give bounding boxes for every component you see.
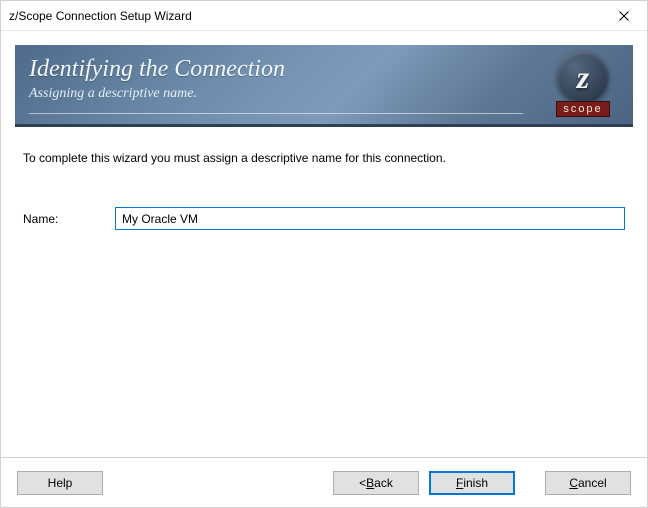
- instruction-text: To complete this wizard you must assign …: [23, 151, 625, 165]
- spacer: [15, 230, 633, 457]
- back-button-mnemonic: B: [366, 476, 374, 490]
- window-title: z/Scope Connection Setup Wizard: [9, 9, 192, 23]
- zscope-logo-glyph: z: [557, 51, 609, 103]
- header-title: Identifying the Connection: [29, 55, 619, 84]
- back-button[interactable]: < Back: [333, 471, 419, 495]
- finish-button-rest: inish: [463, 476, 488, 490]
- back-button-rest: ack: [374, 476, 393, 490]
- close-button[interactable]: [601, 1, 647, 30]
- cancel-button-mnemonic: C: [569, 476, 578, 490]
- name-row: Name:: [15, 207, 633, 230]
- wizard-header: Identifying the Connection Assigning a d…: [15, 45, 633, 127]
- titlebar: z/Scope Connection Setup Wizard: [1, 1, 647, 31]
- cancel-button[interactable]: Cancel: [545, 471, 631, 495]
- cancel-button-rest: ancel: [578, 476, 607, 490]
- help-button-label: Help: [48, 476, 73, 490]
- help-button[interactable]: Help: [17, 471, 103, 495]
- close-icon: [619, 11, 629, 21]
- back-button-prefix: <: [359, 476, 366, 490]
- wizard-body: To complete this wizard you must assign …: [15, 127, 633, 165]
- wizard-footer: Help < Back Finish Cancel: [1, 457, 647, 507]
- footer-right-group: < Back Finish Cancel: [333, 471, 631, 495]
- wizard-window: z/Scope Connection Setup Wizard Identify…: [0, 0, 648, 508]
- header-subtitle: Assigning a descriptive name.: [29, 86, 619, 102]
- content-area: Identifying the Connection Assigning a d…: [1, 31, 647, 457]
- titlebar-controls: [601, 1, 647, 30]
- name-input[interactable]: [115, 207, 625, 230]
- name-label: Name:: [23, 212, 115, 226]
- finish-button[interactable]: Finish: [429, 471, 515, 495]
- zscope-logo: z scope: [539, 51, 627, 121]
- finish-button-mnemonic: F: [456, 476, 463, 490]
- header-divider: [29, 113, 523, 114]
- zscope-logo-text: scope: [556, 101, 609, 117]
